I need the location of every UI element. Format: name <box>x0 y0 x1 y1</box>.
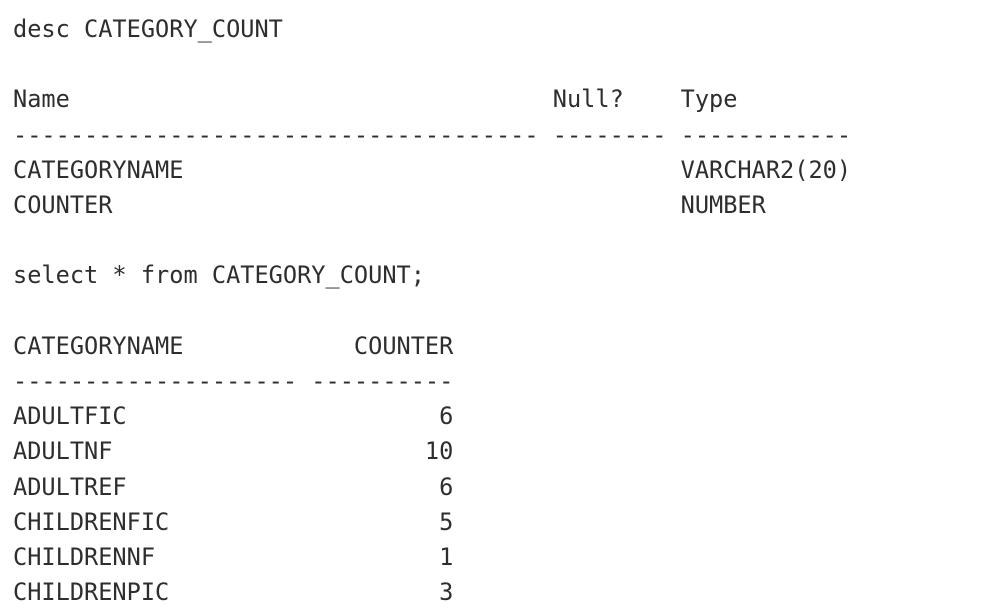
table-row: ADULTFIC 6 <box>13 402 454 431</box>
table-row: CHILDRENPIC 3 <box>13 578 454 607</box>
table-row: CHILDRENNF 1 <box>13 543 454 571</box>
describe-data-row: CATEGORYNAME VARCHAR2(20) <box>13 155 852 184</box>
describe-header-name: Name Null? Type <box>13 85 738 114</box>
describe-header-row: Name Null? Type <box>13 82 1000 117</box>
table-row: CHILDRENFIC 5 <box>13 507 454 536</box>
describe-data-row: COUNTER NUMBER <box>13 191 766 219</box>
select-command-line: select * from CATEGORY_COUNT; <box>13 261 425 290</box>
table-row: ADULTNF 10 <box>13 437 454 466</box>
terminal-transcript[interactable]: desc CATEGORY_COUNT Name Null? Type ------… <box>0 0 1000 610</box>
describe-rule-row: ------------------------------------- --… <box>13 120 852 149</box>
select-rule-row: -------------------- ---------- <box>13 366 454 395</box>
select-header-row: CATEGORYNAME COUNTER <box>13 331 454 360</box>
table-row: ADULTREF 6 <box>13 472 454 501</box>
sql-console-output: desc CATEGORY_COUNT Name Null? Type ------… <box>0 0 1000 609</box>
describe-command-line: desc CATEGORY_COUNT <box>13 15 283 43</box>
